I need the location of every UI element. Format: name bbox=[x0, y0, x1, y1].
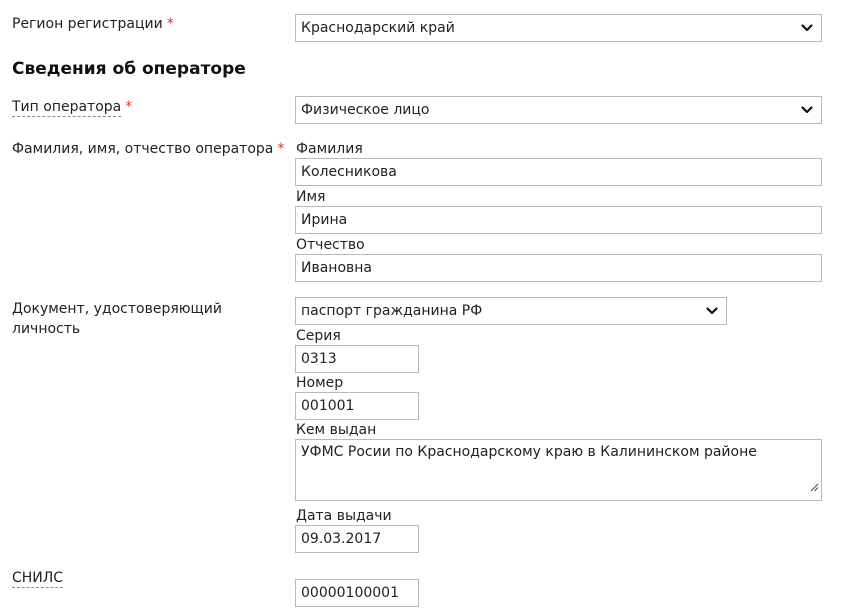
name-label: Имя bbox=[296, 189, 326, 205]
name-input[interactable]: Ирина bbox=[295, 206, 822, 234]
surname-label: Фамилия bbox=[296, 141, 363, 157]
resize-grip-icon[interactable] bbox=[809, 478, 819, 498]
identity-document-label-line1: Документ, удостоверяющий bbox=[12, 301, 222, 317]
region-label: Регион регистрации * bbox=[12, 14, 174, 34]
snils-label[interactable]: СНИЛС bbox=[12, 568, 64, 588]
series-input[interactable]: 0313 bbox=[295, 345, 419, 373]
snils-label-text[interactable]: СНИЛС bbox=[12, 570, 64, 588]
number-label: Номер bbox=[296, 375, 344, 391]
region-select[interactable]: Краснодарский край bbox=[295, 14, 822, 42]
snils-input[interactable]: 00000100001 bbox=[295, 579, 419, 607]
required-mark: * bbox=[166, 16, 174, 32]
required-mark: * bbox=[125, 99, 133, 115]
required-mark: * bbox=[277, 141, 285, 157]
issue-date-input[interactable]: 09.03.2017 bbox=[295, 525, 419, 553]
patronymic-input[interactable]: Ивановна bbox=[295, 254, 822, 282]
document-type-select-value: паспорт гражданина РФ bbox=[301, 303, 483, 319]
issued-by-label: Кем выдан bbox=[296, 422, 377, 438]
series-label: Серия bbox=[296, 328, 341, 344]
region-label-text: Регион регистрации bbox=[12, 16, 163, 32]
operator-type-select[interactable]: Физическое лицо bbox=[295, 96, 822, 124]
operator-type-label-text[interactable]: Тип оператора bbox=[12, 99, 122, 117]
region-select-value: Краснодарский край bbox=[301, 20, 455, 36]
operator-type-label[interactable]: Тип оператора * bbox=[12, 97, 132, 117]
chevron-down-icon bbox=[706, 298, 718, 324]
issued-by-textarea[interactable]: УФМС Росии по Краснодарскому краю в Кали… bbox=[295, 439, 822, 501]
surname-input[interactable]: Колесникова bbox=[295, 158, 822, 186]
number-input[interactable]: 001001 bbox=[295, 392, 419, 420]
chevron-down-icon bbox=[801, 97, 813, 123]
document-type-select[interactable]: паспорт гражданина РФ bbox=[295, 297, 727, 325]
issued-by-value: УФМС Росии по Краснодарскому краю в Кали… bbox=[301, 444, 757, 460]
identity-document-label: Документ, удостоверяющий личность bbox=[12, 299, 222, 339]
identity-document-label-line2: личность bbox=[12, 321, 81, 337]
operator-type-select-value: Физическое лицо bbox=[301, 102, 430, 118]
section-title: Сведения об операторе bbox=[12, 59, 246, 79]
full-name-label: Фамилия, имя, отчество оператора * bbox=[12, 139, 284, 159]
issue-date-label: Дата выдачи bbox=[296, 508, 392, 524]
full-name-label-text: Фамилия, имя, отчество оператора bbox=[12, 141, 274, 157]
chevron-down-icon bbox=[801, 15, 813, 41]
patronymic-label: Отчество bbox=[296, 237, 365, 253]
